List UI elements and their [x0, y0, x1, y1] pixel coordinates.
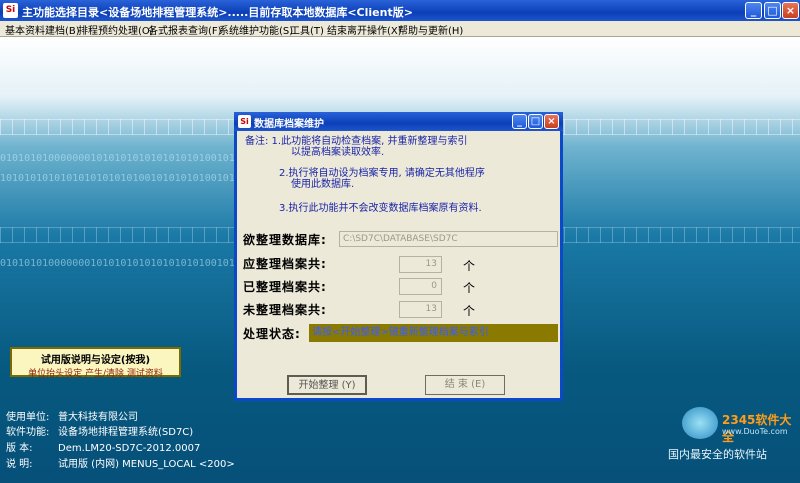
remaining-files-label: 未整理档案共: — [243, 303, 327, 317]
note-line: 使用此数据库. — [291, 179, 355, 190]
menu-basic-data[interactable]: 基本资料建档(B) — [5, 22, 80, 37]
menu-tools[interactable]: 工具(T) — [290, 22, 324, 37]
brand-slogan: 国内最安全的软件站 — [668, 448, 767, 461]
app-icon: Si — [3, 3, 18, 18]
trial-subtitle: 单位抬头设定 产生/清除 测试资料 — [28, 369, 163, 379]
trial-title: 试用版说明与设定(按我) — [40, 355, 151, 366]
menu-help[interactable]: 帮助与更新(H) — [398, 22, 463, 37]
info-unit: 使用单位: 普大科技有限公司 — [6, 412, 138, 423]
status-display: 请按<开始整理>键重新整理档案与索引 — [309, 324, 558, 342]
total-files-field[interactable]: 13 — [399, 256, 442, 273]
main-title-bar: Si 主功能选择目录<设备场地排程管理系统>.....目前存取本地数据库<Cli… — [0, 0, 800, 21]
brand-logo-icon — [682, 407, 718, 439]
database-maintenance-dialog: Si 数据库档案维护 _ □ × 备注: 1.此功能将自动检查档案, 并重新整理… — [234, 112, 563, 401]
minimize-button[interactable]: _ — [745, 2, 762, 19]
done-files-label: 已整理档案共: — [243, 280, 327, 294]
menu-bar: 基本资料建档(B) 排程预约处理(O) 各式报表查询(F) 系统维护功能(S) … — [0, 21, 800, 37]
brand-watermark: 2345软件大全 www.DuoTe.com — [662, 405, 792, 445]
unit-label: 个 — [463, 281, 476, 295]
dialog-minimize-button[interactable]: _ — [512, 114, 527, 129]
dialog-title-bar: Si 数据库档案维护 _ □ × — [234, 112, 563, 131]
dialog-close-button[interactable]: × — [544, 114, 559, 129]
info-function: 软件功能: 设备场地排程管理系统(SD7C) — [6, 427, 194, 438]
note-line: 3.执行此功能并不会改变数据库档案原有资料. — [279, 203, 482, 214]
dialog-app-icon: Si — [238, 115, 251, 128]
close-button[interactable]: × — [782, 2, 799, 19]
remaining-files-field[interactable]: 13 — [399, 301, 442, 318]
dialog-maximize-button[interactable]: □ — [528, 114, 543, 129]
info-note: 说 明: 试用版 (内网) MENUS_LOCAL <200> — [6, 459, 235, 470]
note-line: 以提高档案读取效率. — [291, 147, 385, 158]
end-button[interactable]: 结 束 (E) — [425, 375, 505, 395]
maximize-button[interactable]: □ — [764, 2, 781, 19]
status-label: 处理状态: — [243, 327, 301, 341]
start-button[interactable]: 开始整理 (Y) — [287, 375, 367, 395]
total-files-label: 应整理档案共: — [243, 257, 327, 271]
database-label: 欲整理数据库: — [243, 233, 327, 247]
unit-label: 个 — [463, 304, 476, 318]
unit-label: 个 — [463, 259, 476, 273]
trial-settings-button[interactable]: 试用版说明与设定(按我) 单位抬头设定 产生/清除 测试资料 — [10, 347, 181, 379]
brand-url: www.DuoTe.com — [722, 427, 788, 436]
database-path-field[interactable]: C:\SD7C\DATABASE\SD7C — [339, 231, 558, 247]
menu-reports[interactable]: 各式报表查询(F) — [148, 22, 222, 37]
menu-schedule[interactable]: 排程预约处理(O) — [78, 22, 154, 37]
menu-exit[interactable]: 结束离开操作(X) — [327, 22, 402, 37]
info-version: 版 本: Dem.LM20-SD7C-2012.0007 — [6, 443, 201, 454]
done-files-field[interactable]: 0 — [399, 278, 442, 295]
window-title: 主功能选择目录<设备场地排程管理系统>.....目前存取本地数据库<Client… — [22, 6, 413, 19]
dialog-title: 数据库档案维护 — [254, 119, 324, 130]
menu-maintenance[interactable]: 系统维护功能(S) — [219, 22, 293, 37]
